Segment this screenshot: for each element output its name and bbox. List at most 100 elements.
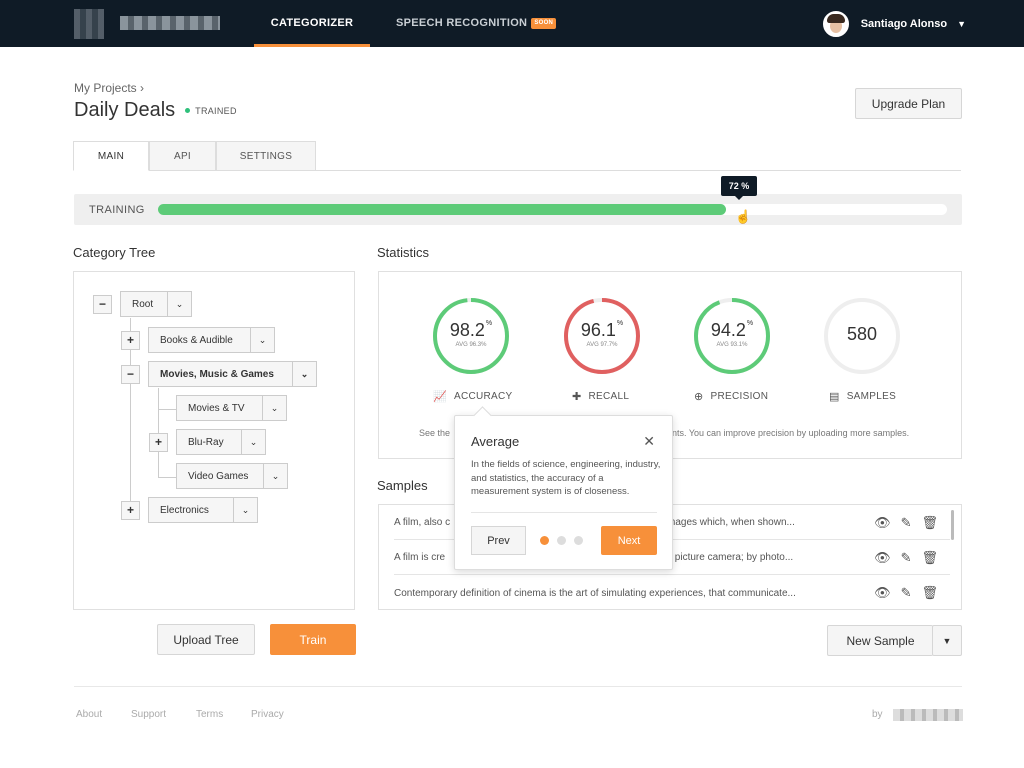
hint-text: See the (419, 428, 451, 438)
step-dot[interactable] (540, 536, 549, 545)
tab-settings[interactable]: SETTINGS (216, 141, 316, 171)
train-button[interactable]: Train (270, 624, 356, 655)
logo-icon[interactable] (74, 9, 104, 39)
chevron-right-icon: › (140, 81, 145, 95)
gauge-value: 98.2 (449, 320, 485, 340)
precision-label: ⊕ PRECISION (694, 390, 768, 403)
category-tree-heading: Category Tree (73, 245, 156, 260)
sample-text: Contemporary definition of cinema is the… (394, 587, 796, 599)
close-icon[interactable]: ✕ (643, 433, 655, 450)
chevron-down-icon[interactable]: ⌄ (262, 396, 286, 420)
button-label: Prev (487, 534, 510, 547)
gauge-value: 96.1 (580, 320, 616, 340)
soon-badge: SOON (531, 17, 557, 29)
node-label[interactable]: Electronics (149, 505, 233, 516)
chevron-down-icon[interactable]: ⌄ (167, 292, 191, 316)
tree-node-root: − Root ⌄ (93, 291, 192, 317)
gauge-value: 94.2 (710, 320, 746, 340)
page-title: Daily Deals TRAINED (74, 99, 237, 122)
user-name: Santiago Alonso (860, 18, 948, 30)
scrollbar[interactable] (951, 510, 954, 540)
tree-node-movies-tv: Movies & TV ⌄ (176, 395, 287, 421)
precision-gauge[interactable]: 94.2% AVG 93.1% (693, 297, 773, 375)
node-label[interactable]: Blu-Ray (177, 437, 241, 448)
gauge-value: 580 (846, 324, 878, 344)
trend-chart-icon: 📈 (433, 391, 447, 403)
eye-icon[interactable]: 👁 (874, 515, 891, 531)
project-tabs: MAIN API SETTINGS (73, 141, 961, 171)
gauge-unit: % (485, 320, 493, 327)
tab-main[interactable]: MAIN (73, 141, 149, 171)
samples-heading: Samples (377, 478, 428, 493)
accuracy-gauge[interactable]: 98.2% AVG 96.3% (432, 297, 512, 375)
footer-link-privacy[interactable]: Privacy (251, 709, 284, 720)
gauge-unit: % (616, 320, 624, 327)
prev-button[interactable]: Prev (471, 526, 526, 555)
next-button[interactable]: Next (601, 526, 657, 555)
samples-gauge[interactable]: 580 (823, 297, 903, 375)
collapse-icon[interactable]: − (93, 294, 112, 314)
collapse-icon[interactable]: − (121, 364, 140, 384)
puzzle-icon: ✚ (572, 391, 582, 403)
footer-link-terms[interactable]: Terms (196, 709, 223, 720)
tab-label: MAIN (97, 151, 125, 162)
footer-link-support[interactable]: Support (131, 709, 166, 720)
stat-label: ACCURACY (454, 391, 513, 402)
recall-gauge[interactable]: 96.1% AVG 97.7% (563, 297, 643, 375)
node-label[interactable]: Books & Audible (149, 335, 250, 346)
training-label: TRAINING (89, 204, 145, 216)
node-label[interactable]: Movies, Music & Games (149, 369, 292, 380)
pencil-icon[interactable]: ✎ (901, 550, 912, 566)
step-dot[interactable] (574, 536, 583, 545)
trash-icon[interactable]: 🗑 (921, 515, 938, 531)
chevron-down-icon[interactable]: ⌄ (233, 498, 257, 522)
chevron-down-icon[interactable]: ⌄ (241, 430, 265, 454)
project-title: Daily Deals (74, 99, 176, 121)
chevron-down-icon[interactable]: ⌄ (263, 464, 287, 488)
node-label[interactable]: Movies & TV (177, 403, 262, 414)
tree-connector (158, 477, 176, 478)
progress-track[interactable] (158, 204, 947, 215)
nav-tab-speech-recognition[interactable]: SPEECH RECOGNITION SOON (396, 0, 557, 47)
pencil-icon[interactable]: ✎ (901, 515, 912, 531)
sample-text: A film is cre (394, 552, 446, 563)
gauge-unit: % (746, 320, 754, 327)
tab-label: SETTINGS (239, 151, 293, 162)
popup-body: In the fields of science, engineering, i… (471, 459, 661, 497)
tree-node-books-audible: + Books & Audible ⌄ (121, 327, 275, 353)
chevron-down-icon[interactable]: ⌄ (250, 328, 274, 352)
tree-node-video-games: Video Games ⌄ (176, 463, 288, 489)
expand-icon[interactable]: + (121, 500, 140, 520)
eye-icon[interactable]: 👁 (874, 550, 891, 566)
sample-text: A film, also c (394, 517, 451, 528)
hint-text: nts. You can improve precision by upload… (672, 428, 910, 438)
trash-icon[interactable]: 🗑 (921, 550, 938, 566)
status-badge: TRAINED (185, 106, 237, 116)
divider (471, 512, 657, 513)
trash-icon[interactable]: 🗑 (921, 585, 938, 601)
upgrade-plan-button[interactable]: Upgrade Plan (855, 88, 962, 119)
node-label[interactable]: Video Games (177, 471, 263, 482)
breadcrumb-label: My Projects (74, 81, 137, 95)
eye-icon[interactable]: 👁 (874, 585, 891, 601)
node-label[interactable]: Root (121, 299, 167, 310)
step-dot[interactable] (557, 536, 566, 545)
footer-brand-logo[interactable] (893, 709, 963, 721)
expand-icon[interactable]: + (149, 432, 168, 452)
pencil-icon[interactable]: ✎ (901, 585, 912, 601)
breadcrumb[interactable]: My Projects › (74, 81, 144, 95)
nav-tab-categorizer[interactable]: CATEGORIZER (254, 0, 370, 47)
stat-label: PRECISION (710, 391, 769, 402)
sample-row[interactable]: Contemporary definition of cinema is the… (394, 576, 950, 610)
new-sample-dropdown[interactable]: ▼ (932, 625, 962, 656)
logo-wordmark[interactable] (120, 16, 220, 30)
accuracy-label: 📈 ACCURACY (433, 390, 513, 403)
upload-tree-button[interactable]: Upload Tree (157, 624, 255, 655)
chevron-down-icon[interactable]: ⌄ (292, 362, 316, 386)
tab-api[interactable]: API (149, 141, 216, 171)
expand-icon[interactable]: + (121, 330, 140, 350)
user-menu[interactable]: Santiago Alonso ▼ (822, 11, 966, 37)
footer-link-about[interactable]: About (76, 709, 102, 720)
progress-tooltip: 72 % (721, 176, 757, 200)
new-sample-button[interactable]: New Sample (827, 625, 933, 656)
